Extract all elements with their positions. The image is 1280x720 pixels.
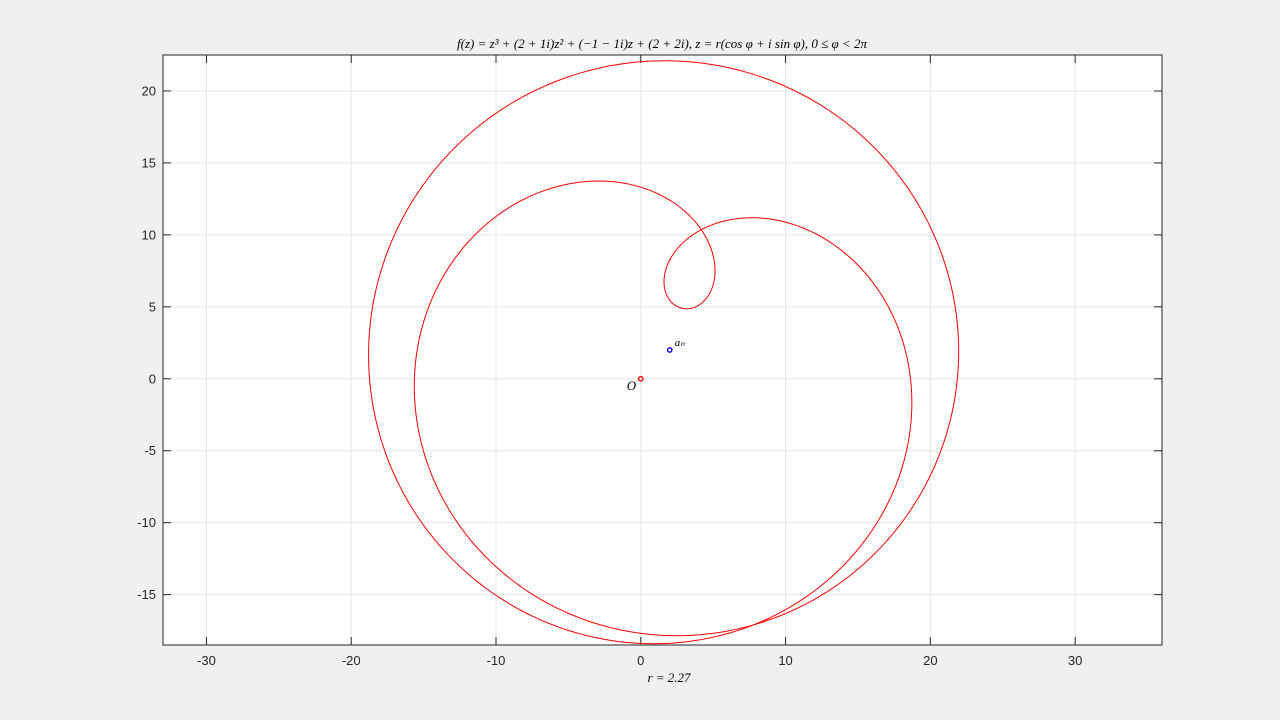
x-tick-label: -20 [342, 653, 361, 668]
chart-title: f(z) = z³ + (2 + 1i)z² + (−1 − 1i)z + (2… [457, 36, 867, 51]
x-tick-labels: -30 -20 -10 0 10 20 30 [197, 653, 1082, 668]
x-axis-label: r = 2.27 [647, 670, 691, 685]
y-tick-label: -15 [137, 587, 156, 602]
x-tick-label: 10 [778, 653, 792, 668]
point-label: aₙ [675, 337, 686, 349]
y-tick-label: 20 [142, 83, 156, 98]
x-tick-label: 30 [1068, 653, 1082, 668]
y-tick-label: 15 [142, 155, 156, 170]
figure-canvas: Oaₙ -30 -20 -10 0 10 20 30 -15 -10 -5 0 5 10 15 20 f(… [137, 36, 1163, 685]
y-tick-label: -5 [144, 443, 156, 458]
y-tick-label: -10 [137, 515, 156, 530]
y-tick-label: 0 [149, 371, 156, 386]
y-tick-label: 5 [149, 299, 156, 314]
y-tick-labels: -15 -10 -5 0 5 10 15 20 [137, 83, 156, 602]
x-tick-label: -10 [487, 653, 506, 668]
y-tick-label: 10 [142, 227, 156, 242]
axes-background [163, 55, 1162, 645]
x-tick-label: 0 [637, 653, 644, 668]
x-tick-label: -30 [197, 653, 216, 668]
point-label: O [627, 378, 637, 393]
x-tick-label: 20 [923, 653, 937, 668]
